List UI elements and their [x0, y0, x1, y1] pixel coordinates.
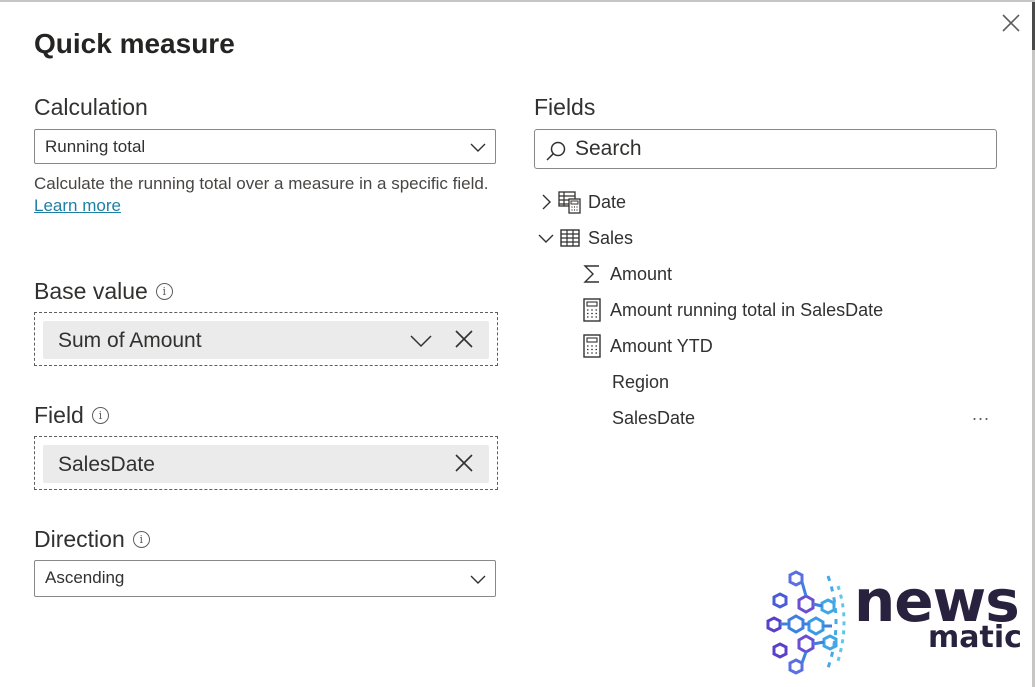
field-item-amount-running-total[interactable]: Amount running total in SalesDate — [582, 296, 883, 324]
dialog-title: Quick measure — [34, 28, 235, 59]
calculation-dropdown[interactable]: Running total — [34, 129, 496, 164]
calculation-selected-value: Running total — [45, 137, 146, 156]
base-value-text: Sum of Amount — [58, 329, 202, 352]
calculated-table-icon — [558, 191, 581, 214]
field-label-text: Field — [34, 402, 84, 428]
tree-table-sales[interactable]: Sales — [538, 224, 633, 252]
chevron-down-icon[interactable] — [409, 331, 433, 349]
table-icon — [560, 229, 580, 247]
direction-selected-value: Ascending — [45, 568, 125, 587]
base-value-well[interactable]: Sum of Amount — [34, 312, 498, 366]
direction-label-text: Direction — [34, 526, 125, 552]
chevron-down-icon — [470, 143, 486, 152]
remove-icon[interactable] — [454, 453, 474, 473]
info-icon[interactable]: i — [132, 531, 150, 548]
tree-table-date[interactable]: Date — [538, 188, 626, 216]
chevron-right-icon[interactable] — [538, 194, 554, 210]
direction-label: Direction i — [34, 526, 150, 553]
search-input[interactable] — [575, 134, 985, 164]
fields-search-box[interactable] — [534, 129, 997, 169]
fields-panel-label: Fields — [534, 94, 596, 120]
field-item-label: Amount YTD — [610, 335, 713, 356]
base-value-label: Base value i — [34, 278, 173, 305]
info-icon[interactable]: i — [155, 283, 173, 300]
field-item-label: Amount — [610, 263, 673, 284]
field-item-amount[interactable]: Amount — [582, 260, 672, 288]
field-item-salesdate[interactable]: SalesDate — [612, 404, 695, 432]
base-value-pill[interactable]: Sum of Amount — [43, 321, 489, 359]
close-button[interactable] — [1000, 12, 1022, 34]
field-item-region[interactable]: Region — [612, 368, 669, 396]
field-pill[interactable]: SalesDate — [43, 445, 489, 483]
info-icon[interactable]: i — [91, 407, 109, 424]
remove-icon[interactable] — [454, 329, 474, 349]
sigma-icon — [582, 263, 602, 285]
newsmatic-watermark: news matic — [766, 566, 1028, 676]
field-well[interactable]: SalesDate — [34, 436, 498, 490]
close-icon — [1002, 14, 1020, 32]
base-value-label-text: Base value — [34, 278, 148, 304]
top-border — [0, 0, 1035, 2]
table-name: Sales — [588, 227, 634, 248]
learn-more-link[interactable]: Learn more — [34, 196, 121, 215]
more-options-button[interactable]: ... — [972, 404, 990, 425]
calculator-icon — [582, 334, 602, 358]
calculation-label-text: Calculation — [34, 94, 148, 120]
chevron-down-icon — [470, 575, 486, 584]
calculation-label: Calculation — [34, 94, 148, 121]
field-item-label: SalesDate — [612, 407, 696, 428]
field-item-amount-ytd[interactable]: Amount YTD — [582, 332, 713, 360]
field-item-label: Region — [612, 371, 670, 392]
field-text: SalesDate — [58, 453, 155, 476]
field-label: Field i — [34, 402, 109, 429]
search-icon — [546, 141, 566, 161]
watermark-text-matic: matic — [928, 620, 1022, 655]
molecule-logo-icon — [766, 570, 846, 675]
table-name: Date — [588, 191, 627, 212]
chevron-down-icon[interactable] — [538, 230, 554, 246]
description-text: Calculate the running total over a measu… — [34, 174, 489, 193]
calculator-icon — [582, 298, 602, 322]
calculation-description: Calculate the running total over a measu… — [34, 173, 494, 217]
direction-dropdown[interactable]: Ascending — [34, 560, 496, 597]
field-item-label: Amount running total in SalesDate — [610, 299, 884, 320]
